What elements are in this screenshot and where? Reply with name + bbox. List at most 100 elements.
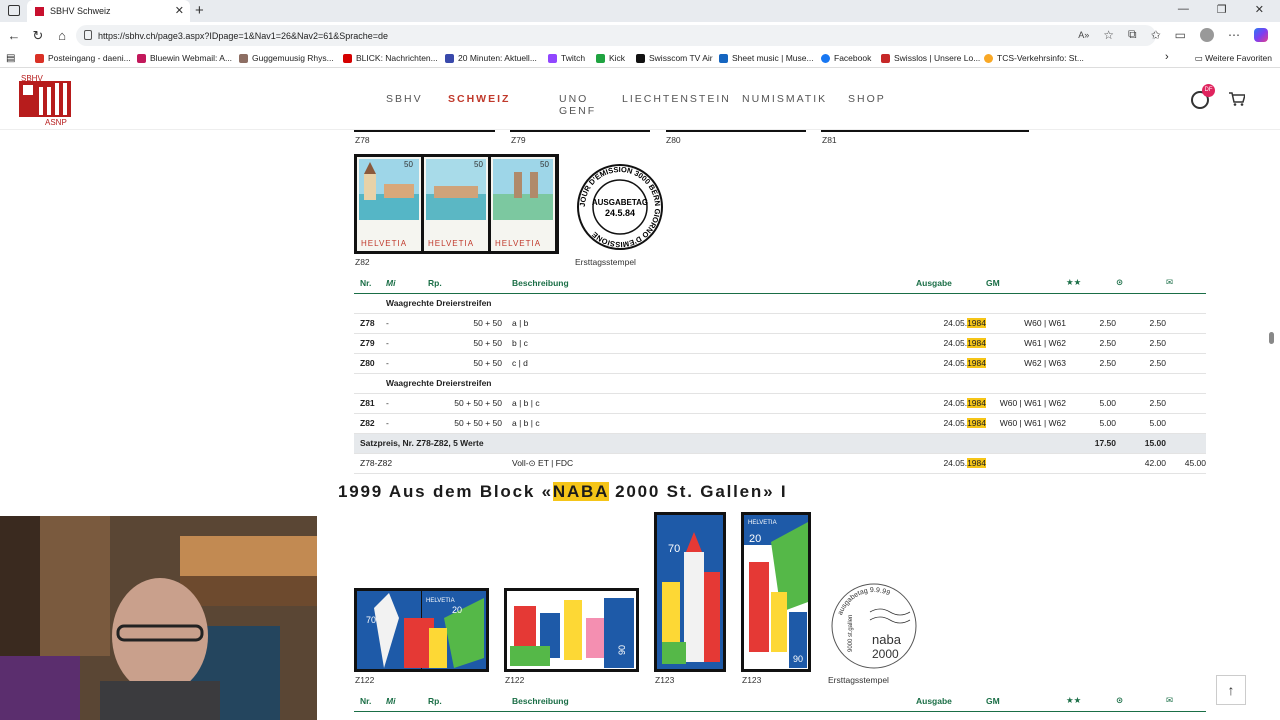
stamp-value: 20 <box>749 533 761 545</box>
cell-rp: 50 + 50 + 50 <box>428 393 506 414</box>
shopping-cart-icon[interactable] <box>1229 92 1245 106</box>
gmail-icon <box>35 53 44 63</box>
year-highlight: 1984 <box>967 318 986 328</box>
bookmark-item[interactable]: Sheet music | Muse... <box>719 53 814 63</box>
bookmark-item[interactable]: TCS-Verkehrsinfo: St... <box>984 53 1084 63</box>
cell-used: 42.00 <box>1116 453 1166 474</box>
bookmarks-overflow-icon[interactable]: › <box>1165 51 1169 63</box>
cell-desc: a | b <box>506 313 916 334</box>
stamp-z123-a[interactable]: 70 <box>654 512 726 672</box>
bookmark-item[interactable]: Twitch <box>548 53 585 63</box>
stamp-z82-c: 50 HELVETIA <box>491 157 555 251</box>
col-nr: Nr. <box>354 273 386 294</box>
table-row[interactable]: Z81 - 50 + 50 + 50 a | b | c 24.05.1984 … <box>354 393 1206 414</box>
table-row[interactable]: Z80 - 50 + 50 c | d 24.05.1984 W62 | W63… <box>354 353 1206 374</box>
stamp-pair-z122-b[interactable]: 90 <box>504 588 639 672</box>
bookmark-item[interactable]: Kick <box>596 53 625 63</box>
back-icon[interactable]: ← <box>2 28 26 43</box>
favorites-icon[interactable]: ✩ <box>1151 28 1161 42</box>
nav-liechtenstein[interactable]: LIECHTENSTEIN <box>622 93 742 117</box>
postmark-brand: naba <box>872 632 902 647</box>
cell-mint: 2.50 <box>1066 353 1116 374</box>
tab-actions-icon[interactable] <box>8 5 20 16</box>
webcam-overlay <box>0 516 317 720</box>
nav-shop[interactable]: SHOP <box>848 93 886 117</box>
collections-icon[interactable]: ▭ <box>1175 28 1186 42</box>
other-favorites[interactable]: ▭ Weitere Favoriten <box>1195 53 1272 64</box>
cell-nr: Z78 <box>354 313 386 334</box>
cell-mint: 5.00 <box>1066 413 1116 434</box>
postmark-top-text: ausgabetag 9.9.99 <box>837 587 891 616</box>
nav-numismatik[interactable]: NUMISMATIK <box>742 93 848 117</box>
cell-nr: Z81 <box>354 393 386 414</box>
table-row[interactable]: Z79 - 50 + 50 b | c 24.05.1984 W61 | W62… <box>354 333 1206 354</box>
url-field[interactable]: https://sbhv.ch/page3.aspx?IDpage=1&Nav1… <box>76 25 1156 46</box>
bookmark-item[interactable]: Swisslos | Unsere Lo... <box>881 53 980 63</box>
fdc-row[interactable]: Z78-Z82 Voll-⊙ ET | FDC 24.05.1984 42.00… <box>354 453 1206 474</box>
menu-icon[interactable]: ⋯ <box>1228 28 1240 42</box>
stamp-strip-z82[interactable]: 50 HELVETIA 50 HELVETIA 50 HELVETIA <box>354 154 559 254</box>
postmark-year: 2000 <box>872 647 899 661</box>
year-highlight: 1984 <box>967 458 986 468</box>
cell-used: 2.50 <box>1116 333 1166 354</box>
logo-text-bottom: ASNP <box>45 118 67 126</box>
cell-desc: c | d <box>506 353 916 374</box>
cell-used: 2.50 <box>1116 393 1166 414</box>
table-row[interactable]: Z82 - 50 + 50 + 50 a | b | c 24.05.1984 … <box>354 413 1206 434</box>
20min-icon <box>445 53 454 63</box>
read-aloud-icon[interactable]: A» <box>1078 30 1089 40</box>
bookmark-item[interactable]: Posteingang - daeni... <box>35 53 131 63</box>
postmark-caption: Ersttagsstempel <box>575 257 636 267</box>
stamp-value: 90 <box>793 654 803 664</box>
import-favorites-icon[interactable]: ▤ <box>6 53 15 64</box>
sbhv-logo[interactable]: SBHV ASNP <box>19 73 73 126</box>
col-fdc-icon: ✉ <box>1166 273 1206 294</box>
bookmark-item[interactable]: BLICK: Nachrichten... <box>343 53 438 63</box>
postmark-1984[interactable]: AUSGABETAG 24.5.84 JOUR D'EMISSION 3000 … <box>576 163 664 251</box>
bookmark-item[interactable]: Bluewin Webmail: A... <box>137 53 232 63</box>
stamp-strip-z78 <box>354 130 495 132</box>
table-row[interactable]: Z78 - 50 + 50 a | b 24.05.1984 W60 | W61… <box>354 313 1206 334</box>
minimize-icon[interactable]: — <box>1178 3 1189 16</box>
stamp-caption: Z78 <box>355 135 370 145</box>
extensions-icon[interactable]: ⧉ <box>1128 27 1137 42</box>
new-tab-icon[interactable]: + <box>195 2 204 19</box>
copilot-icon[interactable] <box>1254 27 1268 42</box>
stamp-z123-b[interactable]: HELVETIA 20 90 <box>741 512 811 672</box>
cell-mi: - <box>386 333 428 354</box>
cell-rp: 50 + 50 + 50 <box>428 413 506 434</box>
reload-icon[interactable]: ↻ <box>26 28 50 44</box>
postmark-date: 24.5.84 <box>605 208 635 218</box>
cell-fdc: 45.00 <box>1166 453 1206 474</box>
favorite-star-icon[interactable]: ☆ <box>1103 28 1114 42</box>
bookmark-item[interactable]: Swisscom TV Air <box>636 53 713 63</box>
bookmark-item[interactable]: Guggemuusig Rhys... <box>239 53 334 63</box>
nav-sbhv[interactable]: SBHV <box>386 93 448 117</box>
bookmark-item[interactable]: 20 Minuten: Aktuell... <box>445 53 537 63</box>
bookmark-item[interactable]: Facebook <box>821 53 871 63</box>
close-tab-icon[interactable]: ✕ <box>175 4 184 17</box>
cell-used: 5.00 <box>1116 413 1166 434</box>
browser-tab[interactable]: SBHV Schweiz ✕ <box>27 0 190 22</box>
guggemuusig-icon <box>239 53 248 63</box>
lock-icon <box>84 30 92 40</box>
back-to-top-button[interactable]: ↑ <box>1216 675 1246 705</box>
stamp-value: 90 <box>617 645 627 655</box>
profile-avatar[interactable] <box>1200 27 1214 42</box>
facebook-icon <box>821 53 830 63</box>
postmark-naba[interactable]: ausgabetag 9.9.99 9000 st.gallen naba 20… <box>830 582 918 670</box>
stamp-pair-z122-a[interactable]: 70 20 HELVETIA <box>354 588 489 672</box>
cell-nr: Z82 <box>354 413 386 434</box>
stamp-table-1999: Nr. Mi Rp. Beschreibung Ausgabe GM ★★ ⊙ … <box>354 691 1206 712</box>
cell-desc: Voll-⊙ ET | FDC <box>506 453 916 474</box>
home-icon[interactable]: ⌂ <box>50 28 74 43</box>
nav-schweiz[interactable]: SCHWEIZ <box>448 93 559 117</box>
bluewin-icon <box>137 53 146 63</box>
maximize-icon[interactable]: ❐ <box>1217 3 1227 16</box>
stamp-value: 50 <box>474 160 483 169</box>
cell-gm: W60 | W61 <box>986 313 1066 334</box>
nav-uno-genf[interactable]: UNO GENF <box>559 93 622 117</box>
col-gm: GM <box>986 273 1066 294</box>
scrollbar-thumb[interactable] <box>1269 332 1274 344</box>
window-close-icon[interactable]: ✕ <box>1255 3 1264 16</box>
